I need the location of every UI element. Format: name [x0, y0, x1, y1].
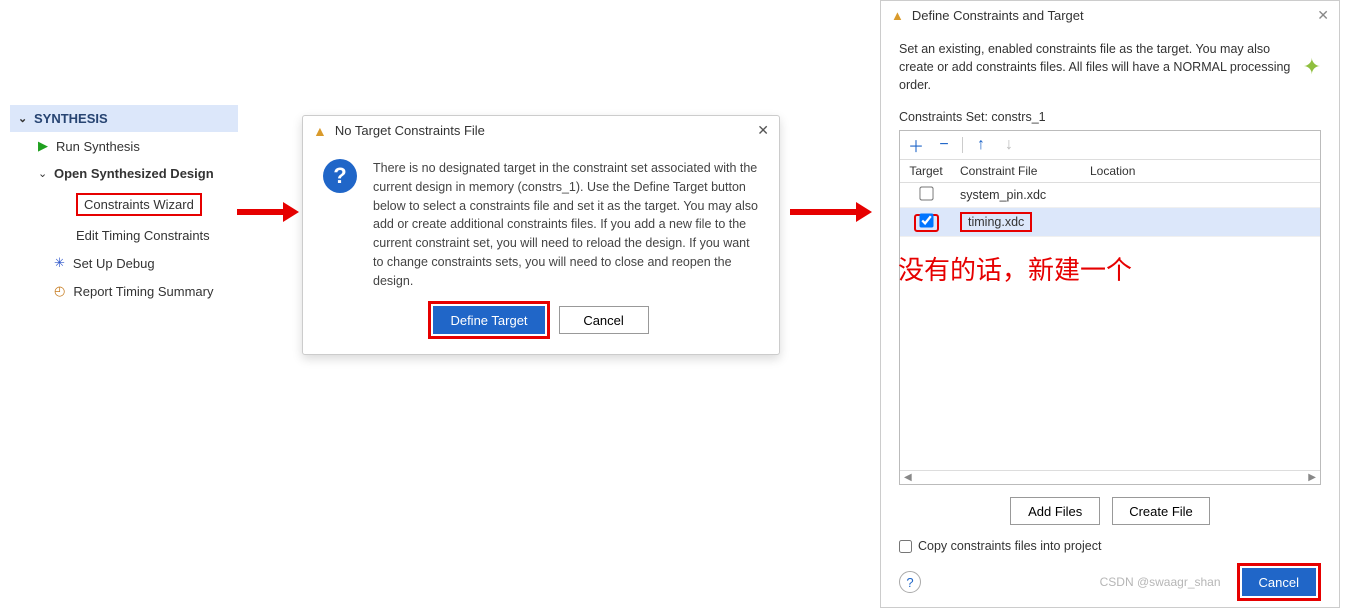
col-file-header: Constraint File — [952, 160, 1082, 182]
copy-into-project-checkbox[interactable] — [899, 540, 912, 553]
col-target-header: Target — [900, 160, 952, 182]
dialog-message: There is no designated target in the con… — [373, 159, 759, 290]
table-row[interactable]: timing.xdc — [900, 208, 1320, 237]
flow-navigator: ⌄ SYNTHESIS ▶ Run Synthesis ⌄ Open Synth… — [10, 105, 238, 305]
vivado-logo-icon: ✦ — [1303, 51, 1321, 83]
constraints-file-box: ＋ − ↑ ↓ Target Constraint File Location … — [899, 130, 1321, 485]
clock-icon: ◴ — [54, 283, 65, 299]
bug-icon: ✳ — [54, 255, 65, 271]
dialog2-title-bar[interactable]: ▲ Define Constraints and Target ✕ — [881, 1, 1339, 30]
close-icon[interactable]: ✕ — [1317, 7, 1329, 24]
run-synthesis-item[interactable]: ▶ Run Synthesis — [10, 132, 238, 160]
annotation-arrow-2 — [790, 200, 872, 224]
horizontal-scrollbar[interactable]: ◀ ▶ — [900, 470, 1320, 484]
constraints-set-label: Constraints Set: constrs_1 — [899, 110, 1321, 124]
constraints-wizard-highlight: Constraints Wizard — [76, 193, 202, 216]
watermark-text: CSDN @swaagr_shan — [1100, 575, 1221, 589]
caret-down-icon: ⌄ — [18, 112, 28, 125]
app-logo-icon: ▲ — [891, 8, 904, 23]
file-name-cell: system_pin.xdc — [952, 184, 1082, 206]
edit-timing-constraints-item[interactable]: Edit Timing Constraints — [10, 222, 238, 249]
file-name-cell: timing.xdc — [968, 215, 1024, 229]
move-down-icon-button[interactable]: ↓ — [999, 135, 1019, 155]
help-icon-button[interactable]: ? — [899, 571, 921, 593]
run-synthesis-label: Run Synthesis — [56, 139, 140, 154]
no-target-constraints-dialog: ▲ No Target Constraints File ✕ ? There i… — [302, 115, 780, 355]
define-constraints-dialog: ▲ Define Constraints and Target ✕ Set an… — [880, 0, 1340, 608]
set-up-debug-item[interactable]: ✳ Set Up Debug — [10, 249, 238, 277]
constraints-wizard-label: Constraints Wizard — [84, 197, 194, 212]
open-synth-design-label: Open Synthesized Design — [54, 166, 214, 181]
location-cell — [1082, 218, 1320, 226]
close-icon[interactable]: ✕ — [757, 122, 769, 139]
footer-cancel-highlight: Cancel — [1237, 563, 1321, 601]
add-icon-button[interactable]: ＋ — [906, 135, 926, 155]
dialog2-description: Set an existing, enabled constraints fil… — [899, 40, 1293, 94]
synthesis-section-header[interactable]: ⌄ SYNTHESIS — [10, 105, 238, 132]
play-icon: ▶ — [38, 138, 48, 154]
move-up-icon-button[interactable]: ↑ — [971, 135, 991, 155]
target-checkbox[interactable] — [919, 187, 933, 201]
report-timing-item[interactable]: ◴ Report Timing Summary — [10, 277, 238, 305]
annotation-text: 没有的话，新建一个 — [898, 250, 1132, 287]
constraints-wizard-item[interactable]: Constraints Wizard — [10, 187, 238, 222]
file-list-header: Target Constraint File Location — [900, 160, 1320, 183]
footer-cancel-button[interactable]: Cancel — [1242, 568, 1316, 596]
add-files-button[interactable]: Add Files — [1010, 497, 1100, 525]
dialog-title-text: No Target Constraints File — [335, 123, 485, 138]
report-timing-label: Report Timing Summary — [73, 284, 213, 299]
set-up-debug-label: Set Up Debug — [73, 256, 155, 271]
define-target-button[interactable]: Define Target — [433, 306, 544, 334]
synthesis-label: SYNTHESIS — [34, 111, 108, 126]
annotation-arrow-1 — [237, 200, 299, 224]
scroll-left-icon[interactable]: ◀ — [904, 472, 912, 483]
question-icon: ? — [323, 159, 357, 193]
target-checkbox[interactable] — [919, 214, 933, 228]
table-row[interactable]: system_pin.xdc — [900, 183, 1320, 208]
location-cell — [1082, 191, 1320, 199]
scroll-right-icon[interactable]: ▶ — [1308, 472, 1316, 483]
caret-down-icon: ⌄ — [38, 167, 48, 180]
target-checkbox-highlight — [914, 214, 939, 232]
open-synth-design-item[interactable]: ⌄ Open Synthesized Design — [10, 160, 238, 187]
col-location-header: Location — [1082, 160, 1320, 182]
cancel-button[interactable]: Cancel — [559, 306, 649, 334]
copy-into-project-label: Copy constraints files into project — [918, 539, 1101, 553]
dialog2-title-text: Define Constraints and Target — [912, 8, 1084, 23]
constraints-file-list: Target Constraint File Location system_p… — [900, 160, 1320, 470]
remove-icon-button[interactable]: − — [934, 135, 954, 155]
toolbar-separator — [962, 137, 963, 153]
create-file-button[interactable]: Create File — [1112, 497, 1210, 525]
file-name-highlight: timing.xdc — [960, 212, 1032, 232]
dialog2-footer: ? CSDN @swaagr_shan Cancel — [881, 563, 1339, 607]
file-toolbar: ＋ − ↑ ↓ — [900, 131, 1320, 160]
app-logo-icon: ▲ — [313, 123, 327, 139]
dialog-title-bar[interactable]: ▲ No Target Constraints File ✕ — [303, 116, 779, 145]
edit-timing-constraints-label: Edit Timing Constraints — [76, 228, 210, 243]
